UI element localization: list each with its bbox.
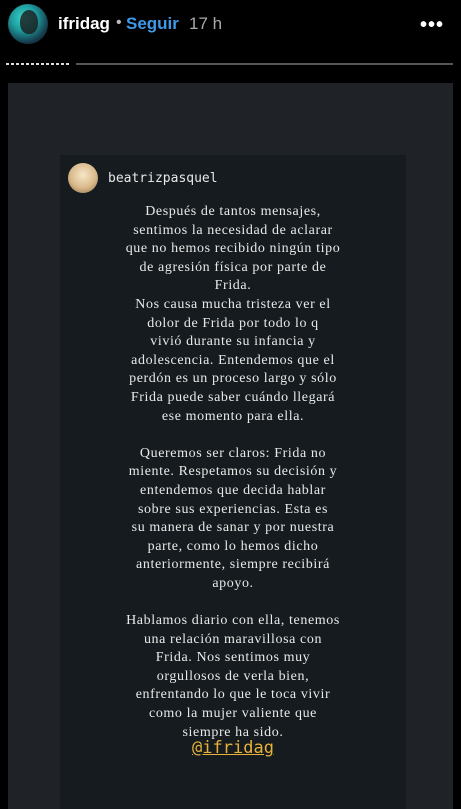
more-options-icon[interactable]: ••• <box>420 14 444 37</box>
header-separator: • <box>116 14 122 31</box>
progress-segment-1 <box>6 63 70 65</box>
shared-user-avatar[interactable] <box>68 163 98 193</box>
profile-avatar[interactable] <box>8 4 48 44</box>
mention-sticker[interactable]: @ifridag <box>70 738 396 758</box>
story-timestamp: 17 h <box>189 14 223 33</box>
progress-segment-2 <box>76 63 453 65</box>
shared-username[interactable]: beatrizpasquel <box>108 171 218 186</box>
story-header: ifridag • Seguir 17 h ••• <box>0 0 461 56</box>
follow-button[interactable]: Seguir <box>126 14 179 34</box>
story-progress-bar <box>6 63 453 65</box>
story-message-text: Después de tantos mensajes, sentimos la … <box>125 204 341 740</box>
profile-username[interactable]: ifridag <box>58 14 110 34</box>
mention-text[interactable]: @ifridag <box>192 738 274 758</box>
